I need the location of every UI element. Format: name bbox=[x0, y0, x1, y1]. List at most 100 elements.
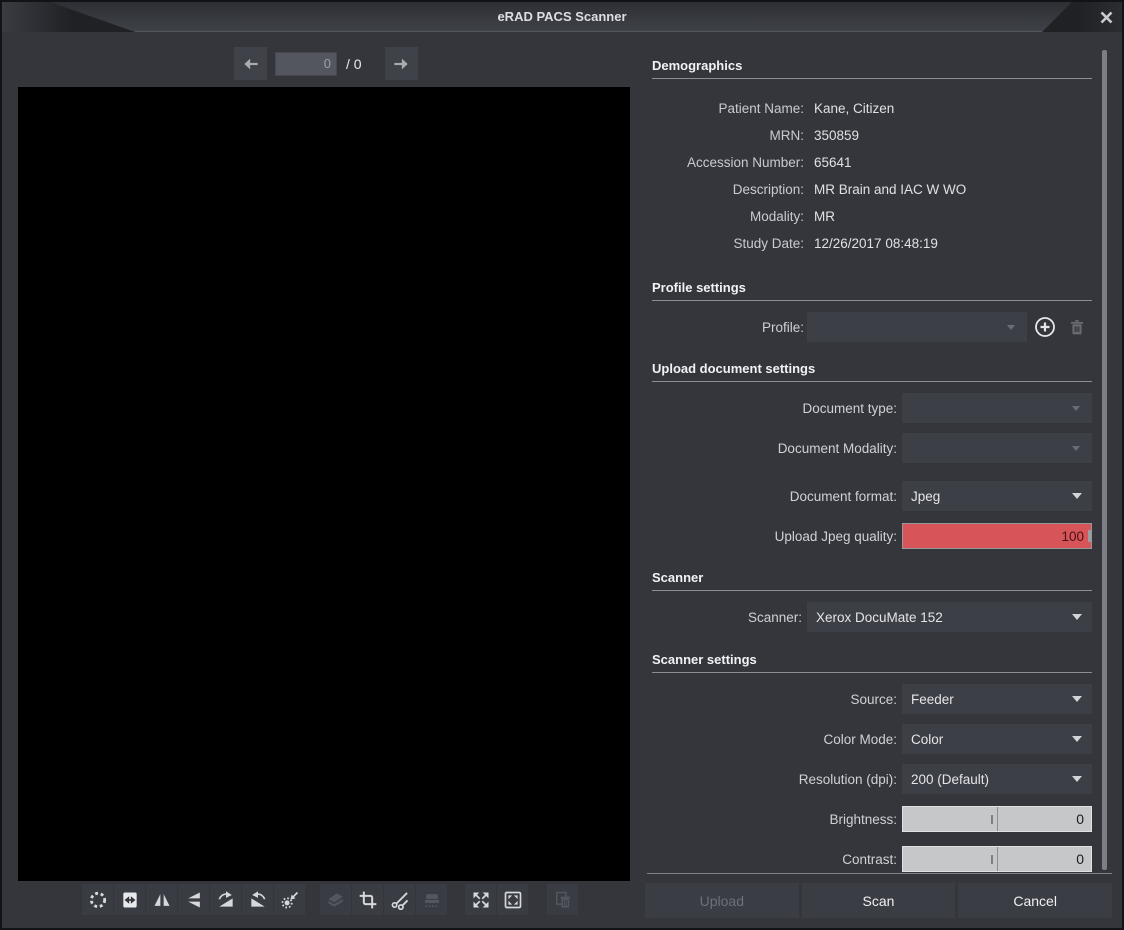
page-navigation: / 0 bbox=[234, 47, 418, 80]
page-total-label: / 0 bbox=[346, 56, 362, 72]
slider-center-mark bbox=[997, 847, 998, 871]
resolution-dropdown[interactable]: 200 (Default) bbox=[902, 764, 1092, 794]
delete-page-icon bbox=[553, 890, 573, 910]
settings-scrollbar[interactable] bbox=[1102, 50, 1107, 870]
upload-settings-header: Upload document settings bbox=[652, 359, 1092, 381]
resolution-label: Resolution (dpi): bbox=[652, 772, 897, 787]
rotate-left-button[interactable] bbox=[242, 884, 273, 915]
fit-window-icon bbox=[503, 890, 523, 910]
brightness-label: Brightness: bbox=[652, 812, 897, 827]
document-type-dropdown[interactable] bbox=[902, 393, 1092, 423]
add-profile-button[interactable] bbox=[1030, 312, 1060, 342]
title-bar: eRAD PACS Scanner bbox=[2, 2, 1122, 32]
study-date-value: 12/26/2017 08:48:19 bbox=[814, 230, 938, 257]
scan-button[interactable]: Scan bbox=[802, 883, 956, 918]
actual-size-button[interactable] bbox=[465, 884, 496, 915]
contrast-label: Contrast: bbox=[652, 852, 897, 867]
plus-circle-icon bbox=[1033, 315, 1057, 339]
accession-number-value: 65641 bbox=[814, 149, 852, 176]
arrow-left-icon bbox=[241, 54, 261, 74]
color-mode-dropdown[interactable]: Color bbox=[902, 724, 1092, 754]
profile-settings-header: Profile settings bbox=[652, 278, 1092, 300]
slider-center-mark bbox=[997, 807, 998, 831]
flip-horizontal-button[interactable] bbox=[146, 884, 177, 915]
profile-dropdown[interactable] bbox=[807, 312, 1027, 342]
crop-icon bbox=[358, 890, 378, 910]
slider-handle[interactable] bbox=[991, 815, 993, 824]
footer-separator bbox=[647, 873, 1112, 874]
mrn-value: 350859 bbox=[814, 122, 859, 149]
flip-vertical-button[interactable] bbox=[178, 884, 209, 915]
jpeg-quality-row: Upload Jpeg quality: 100 bbox=[652, 521, 1092, 551]
resolution-value: 200 (Default) bbox=[911, 772, 989, 787]
document-format-dropdown[interactable]: Jpeg bbox=[902, 481, 1092, 511]
brightness-value: 0 bbox=[1076, 811, 1091, 827]
upload-button[interactable]: Upload bbox=[645, 883, 799, 918]
description-value: MR Brain and IAC W WO bbox=[814, 176, 966, 203]
jpeg-quality-slider[interactable]: 100 bbox=[902, 523, 1092, 549]
scanner-value: Xerox DocuMate 152 bbox=[816, 610, 943, 625]
chevron-down-icon bbox=[1072, 446, 1080, 451]
source-dropdown[interactable]: Feeder bbox=[902, 684, 1092, 714]
scanner-dropdown[interactable]: Xerox DocuMate 152 bbox=[807, 602, 1092, 632]
scan-feeder-icon bbox=[422, 890, 442, 910]
flip-horizontal-icon bbox=[152, 890, 172, 910]
delete-profile-button[interactable] bbox=[1062, 312, 1092, 342]
modality-label: Modality: bbox=[652, 203, 804, 230]
invert-button[interactable] bbox=[274, 884, 305, 915]
fit-window-button[interactable] bbox=[497, 884, 528, 915]
resolution-row: Resolution (dpi): 200 (Default) bbox=[652, 764, 1092, 794]
scan-flatbed-icon bbox=[326, 890, 346, 910]
demographics-rows: Patient Name: Kane, Citizen MRN: 350859 … bbox=[652, 95, 1092, 257]
study-date-label: Study Date: bbox=[652, 230, 804, 257]
fit-width-button[interactable] bbox=[114, 884, 145, 915]
previous-page-button[interactable] bbox=[234, 47, 267, 80]
delete-page-button[interactable] bbox=[547, 884, 578, 915]
demographics-header: Demographics bbox=[652, 56, 1092, 78]
scanner-label: Scanner: bbox=[652, 610, 802, 625]
scan-flatbed-button[interactable] bbox=[320, 884, 351, 915]
cancel-button[interactable]: Cancel bbox=[958, 883, 1112, 918]
contrast-slider[interactable]: 0 bbox=[902, 846, 1092, 872]
document-modality-row: Document Modality: bbox=[652, 433, 1092, 463]
source-row: Source: Feeder bbox=[652, 684, 1092, 714]
separator bbox=[652, 381, 1092, 382]
scan-preview-area bbox=[18, 87, 630, 881]
slider-handle[interactable] bbox=[1088, 530, 1091, 542]
brightness-slider[interactable]: 0 bbox=[902, 806, 1092, 832]
document-format-label: Document format: bbox=[652, 489, 897, 504]
patient-name-row: Patient Name: Kane, Citizen bbox=[652, 95, 1092, 122]
description-row: Description: MR Brain and IAC W WO bbox=[652, 176, 1092, 203]
document-modality-dropdown[interactable] bbox=[902, 433, 1092, 463]
source-label: Source: bbox=[652, 692, 897, 707]
color-mode-row: Color Mode: Color bbox=[652, 724, 1092, 754]
scan-feeder-button[interactable] bbox=[416, 884, 447, 915]
crop-button[interactable] bbox=[352, 884, 383, 915]
chevron-down-icon bbox=[1072, 776, 1082, 782]
close-button[interactable] bbox=[1096, 7, 1116, 27]
brightness-row: Brightness: 0 bbox=[652, 804, 1092, 834]
scanner-settings-header: Scanner settings bbox=[652, 650, 1092, 672]
scanner-dialog: eRAD PACS Scanner / 0 bbox=[0, 0, 1124, 930]
chevron-down-icon bbox=[1072, 614, 1082, 620]
page-number-input[interactable] bbox=[275, 52, 337, 76]
window-title: eRAD PACS Scanner bbox=[2, 2, 1122, 32]
accession-number-label: Accession Number: bbox=[652, 149, 804, 176]
chevron-down-icon bbox=[1072, 736, 1082, 742]
accession-number-row: Accession Number: 65641 bbox=[652, 149, 1092, 176]
rotate-right-button[interactable] bbox=[210, 884, 241, 915]
study-date-row: Study Date: 12/26/2017 08:48:19 bbox=[652, 230, 1092, 257]
jpeg-quality-value: 100 bbox=[1061, 529, 1091, 544]
color-mode-value: Color bbox=[911, 732, 943, 747]
scanner-header: Scanner bbox=[652, 568, 1092, 590]
mrn-row: MRN: 350859 bbox=[652, 122, 1092, 149]
mrn-label: MRN: bbox=[652, 122, 804, 149]
separator bbox=[652, 78, 1092, 79]
scanner-row: Scanner: Xerox DocuMate 152 bbox=[652, 602, 1092, 632]
slider-handle[interactable] bbox=[991, 855, 993, 864]
close-icon bbox=[1100, 11, 1113, 24]
jpeg-quality-label: Upload Jpeg quality: bbox=[652, 529, 897, 544]
cut-button[interactable] bbox=[384, 884, 415, 915]
deskew-button[interactable] bbox=[82, 884, 113, 915]
next-page-button[interactable] bbox=[385, 47, 418, 80]
